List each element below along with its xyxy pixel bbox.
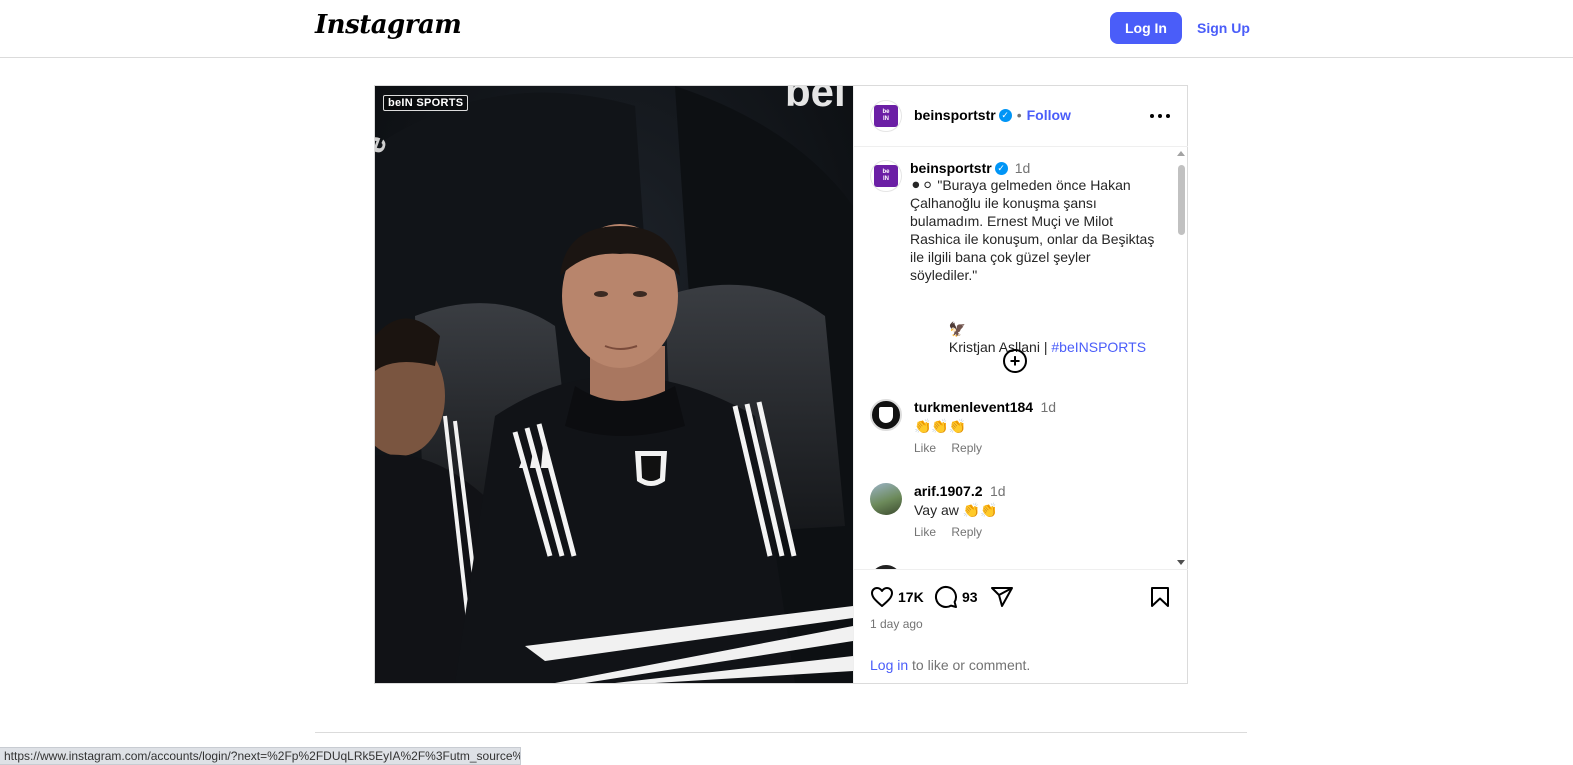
comment-time: 1d — [989, 483, 1006, 499]
scroll-up-arrow-icon[interactable] — [1177, 151, 1185, 156]
post-image[interactable]: bei e beIN SPORTS — [375, 86, 853, 683]
post-actions: 17K 93 1 day ago Log in to like or comme… — [854, 569, 1188, 683]
besiktas-crest-icon — [879, 407, 893, 423]
author-username[interactable]: beinsportstr — [914, 107, 996, 123]
bein-sports-watermark: beIN SPORTS — [383, 95, 469, 111]
load-more-comments-icon[interactable]: + — [1003, 349, 1027, 373]
comment-action: 93 — [934, 585, 978, 609]
browser-status-url: https://www.instagram.com/accounts/login… — [0, 747, 521, 765]
like-count: 17K — [898, 589, 924, 605]
hashtag-link[interactable]: #beINSPORTS — [1051, 339, 1146, 355]
caption-time: 1d — [1014, 160, 1031, 176]
commenter-username[interactable]: turkmenlevent184 — [914, 399, 1033, 415]
comment-like-button[interactable]: Like — [914, 441, 936, 455]
share-action — [990, 585, 1014, 609]
post-timestamp: 1 day ago — [870, 617, 923, 631]
comment-like-button[interactable]: Like — [914, 525, 936, 539]
bookmark-icon[interactable] — [1148, 585, 1172, 609]
bein-logo-icon: be IN — [874, 105, 898, 127]
verified-badge-icon: ✓ — [994, 161, 1008, 175]
login-prompt-text: to like or comment. — [908, 657, 1031, 673]
footer-divider — [315, 732, 1247, 733]
dot-separator: • — [1016, 107, 1022, 123]
post-card: bei e beIN SPORTS be IN beinsportstr ✓ •… — [374, 85, 1188, 684]
caption: beinsportstr ✓ 1d ⚫⚪ "Buraya gelmeden ön… — [910, 160, 1160, 374]
heart-icon[interactable] — [870, 585, 894, 609]
comment-reply-button[interactable]: Reply — [951, 525, 982, 539]
post-details-panel: be IN beinsportstr ✓ • Follow be IN beinsp — [853, 86, 1188, 683]
comment-item: turkmenlevent184 1d 👏👏👏 Like Reply — [870, 399, 1170, 469]
instagram-logo[interactable]: Instagram — [315, 10, 462, 40]
comment-icon[interactable] — [934, 585, 958, 609]
commenter-avatar[interactable] — [870, 399, 902, 431]
save-action — [1148, 585, 1172, 609]
scrollbar[interactable] — [1176, 151, 1186, 565]
bein-logo-icon: be IN — [874, 165, 898, 187]
author-avatar[interactable]: be IN — [870, 100, 902, 132]
scrollbar-thumb[interactable] — [1178, 165, 1185, 235]
post-header: be IN beinsportstr ✓ • Follow — [854, 86, 1188, 147]
commenter-username[interactable]: arif.1907.2 — [914, 483, 983, 499]
follow-button[interactable]: Follow — [1027, 107, 1071, 123]
share-icon[interactable] — [990, 585, 1014, 609]
comment-text: Vay aw 👏👏 — [914, 502, 998, 518]
comments-scroll-area[interactable]: be IN beinsportstr ✓ 1d ⚫⚪ "Buraya gelmed… — [854, 147, 1188, 569]
login-button[interactable]: Log In — [1110, 12, 1182, 44]
like-action: 17K — [870, 585, 924, 609]
signup-link[interactable]: Sign Up — [1197, 12, 1250, 44]
commenter-avatar[interactable] — [870, 483, 902, 515]
comment-reply-button[interactable]: Reply — [951, 441, 982, 455]
login-prompt: Log in to like or comment. — [870, 657, 1030, 673]
bird-emoji-icon: 🦅 — [948, 321, 967, 337]
scroll-down-arrow-icon[interactable] — [1177, 560, 1185, 565]
post-photo: bei e — [375, 86, 853, 683]
caption-author-avatar[interactable]: be IN — [870, 160, 902, 192]
caption-attribution-line: 🦅 Kristjan Asllani | #beINSPORTS — [910, 302, 1160, 374]
comment-time: 1d — [1040, 399, 1057, 415]
comment-text: 👏👏👏 — [914, 418, 967, 434]
svg-text:bei: bei — [785, 86, 846, 115]
login-link[interactable]: Log in — [870, 657, 908, 673]
caption-text: ⚫⚪ "Buraya gelmeden önce Hakan Çalhanoğl… — [910, 177, 1159, 283]
verified-badge-icon: ✓ — [998, 108, 1012, 122]
comment-count: 93 — [962, 589, 978, 605]
top-navigation-bar: Instagram Log In Sign Up — [0, 0, 1573, 58]
more-options-icon[interactable] — [1150, 114, 1170, 118]
caption-attribution: Kristjan Asllani | — [948, 339, 1052, 355]
caption-username[interactable]: beinsportstr — [910, 160, 992, 176]
comment-item: arif.1907.2 1d Vay aw 👏👏 Like Reply — [870, 483, 1170, 553]
